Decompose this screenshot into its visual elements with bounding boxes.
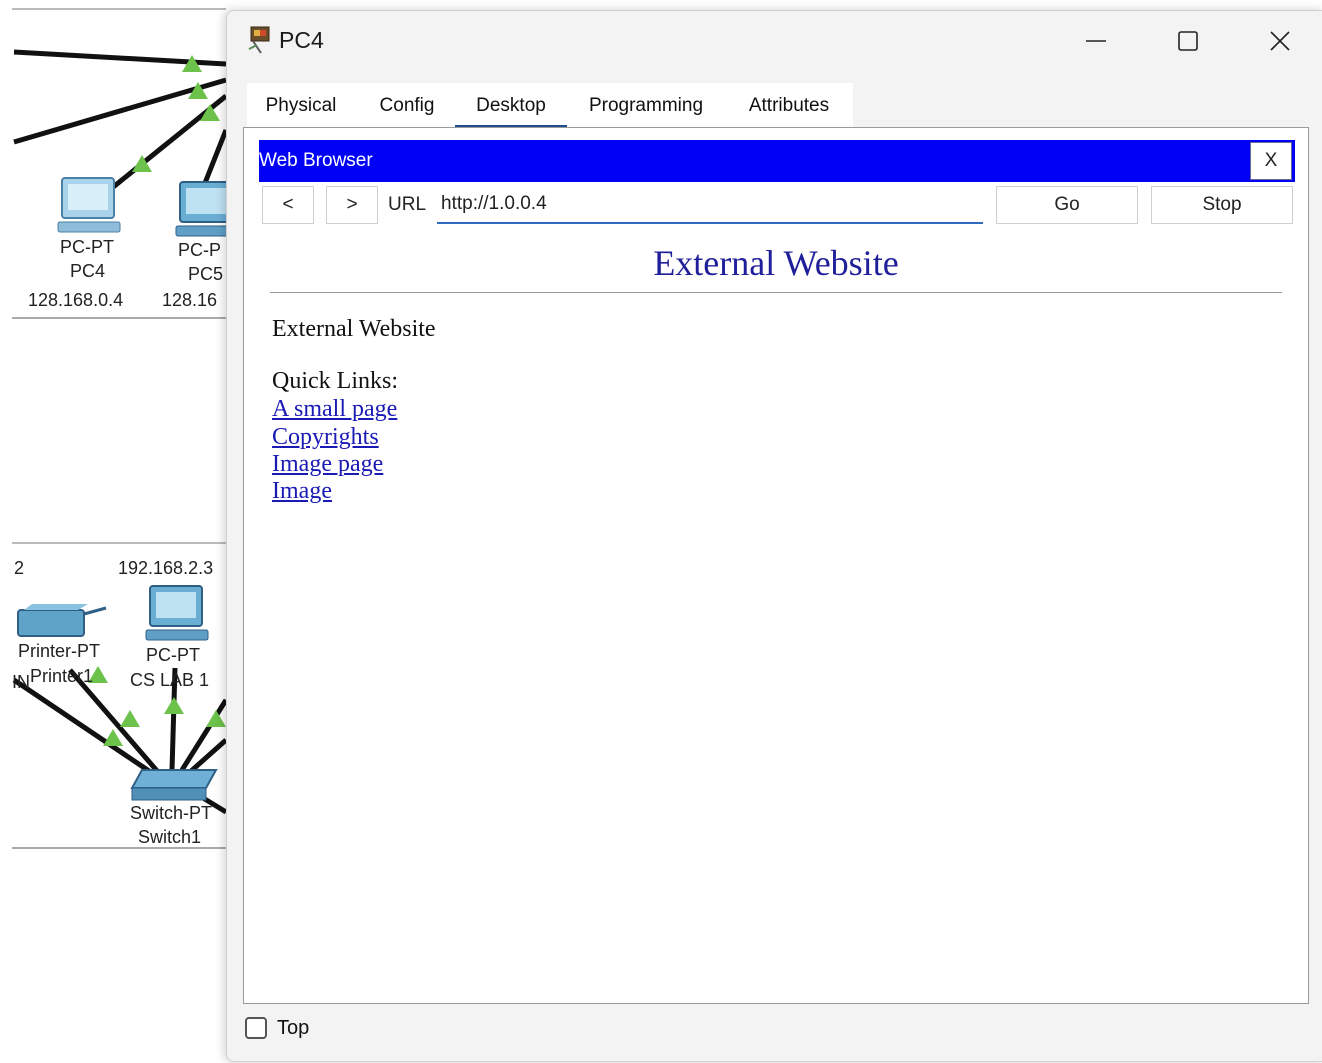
page-heading: External Website bbox=[653, 243, 899, 283]
quick-links-label: Quick Links: bbox=[272, 368, 398, 394]
device-name-label: Switch1 bbox=[138, 827, 202, 847]
web-browser-close-button[interactable]: X bbox=[1250, 142, 1292, 180]
web-browser-header: Web Browser X bbox=[259, 140, 1295, 182]
tab-bar: Physical Config Desktop Programming Attr… bbox=[247, 83, 853, 129]
top-checkbox-label: Top bbox=[277, 1017, 310, 1039]
packet-tracer-pc-icon bbox=[248, 26, 270, 54]
switch-icon bbox=[130, 769, 218, 801]
tab-programming[interactable]: Programming bbox=[583, 83, 709, 129]
device-name-label: CS LAB 1 bbox=[130, 670, 210, 690]
ip-label: 2 bbox=[14, 558, 25, 578]
link-status-indicators-top bbox=[132, 55, 220, 172]
web-page-view[interactable]: External Website External Website Quick … bbox=[270, 232, 1282, 972]
window-title: PC4 bbox=[279, 27, 324, 53]
link-image-page[interactable]: Image page bbox=[272, 451, 383, 478]
device-type-label: Printer-PT bbox=[18, 641, 101, 661]
device-name-label: PC4 bbox=[70, 261, 106, 281]
title-bar[interactable]: PC4 bbox=[227, 11, 1322, 69]
printer-icon bbox=[17, 604, 107, 637]
device-ip-label: 128.168.0.4 bbox=[28, 290, 124, 310]
pc-icon bbox=[57, 177, 121, 233]
device-type-label: PC-PT bbox=[60, 237, 114, 257]
page-body-text: External Website bbox=[272, 316, 436, 342]
forward-button[interactable]: > bbox=[326, 186, 378, 224]
network-links-top bbox=[13, 49, 229, 190]
stray-label: IN bbox=[12, 672, 30, 692]
web-browser-title: Web Browser bbox=[259, 150, 373, 171]
tab-config[interactable]: Config bbox=[369, 83, 445, 129]
page-divider bbox=[270, 292, 1282, 293]
minimize-button[interactable] bbox=[1065, 19, 1127, 63]
link-copyrights[interactable]: Copyrights bbox=[272, 424, 379, 451]
device-type-label: PC-P bbox=[178, 240, 222, 260]
device-type-label: Switch-PT bbox=[130, 803, 213, 823]
tab-desktop[interactable]: Desktop bbox=[455, 83, 567, 129]
tab-attributes[interactable]: Attributes bbox=[737, 83, 841, 129]
url-label: URL bbox=[388, 194, 427, 215]
url-input[interactable] bbox=[437, 186, 983, 224]
back-button[interactable]: < bbox=[262, 186, 314, 224]
desktop-content-pane: Web Browser X < > URL Go Stop External W… bbox=[243, 127, 1309, 1004]
pc-icon bbox=[145, 585, 209, 641]
close-icon bbox=[1270, 31, 1290, 51]
maximize-button[interactable] bbox=[1157, 19, 1219, 63]
tab-physical[interactable]: Physical bbox=[257, 83, 345, 129]
stop-button[interactable]: Stop bbox=[1151, 186, 1293, 224]
maximize-icon bbox=[1178, 31, 1198, 51]
close-button[interactable] bbox=[1249, 19, 1311, 63]
device-type-label: PC-PT bbox=[146, 645, 200, 665]
go-button[interactable]: Go bbox=[996, 186, 1138, 224]
device-name-label: PC5 bbox=[188, 264, 224, 284]
link-small-page[interactable]: A small page bbox=[272, 396, 397, 423]
pc4-window[interactable]: PC4 Physical Config Desktop Programming … bbox=[226, 10, 1322, 1062]
minimize-icon bbox=[1086, 40, 1106, 42]
device-name-label: Printer1 bbox=[30, 666, 94, 686]
top-checkbox[interactable] bbox=[245, 1017, 267, 1039]
ip-label: 192.168.2.3 bbox=[118, 558, 214, 578]
device-ip-label: 128.16 bbox=[162, 290, 218, 310]
link-image[interactable]: Image bbox=[272, 478, 332, 505]
